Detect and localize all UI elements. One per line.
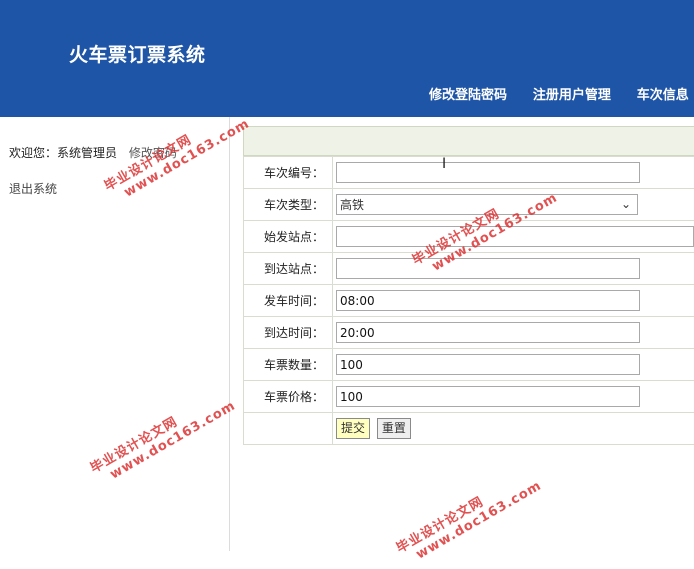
submit-button[interactable]: 提交: [336, 418, 370, 439]
form-row: 车票价格：: [244, 381, 694, 413]
top-nav: 修改登陆密码 注册用户管理 车次信息: [429, 84, 694, 104]
sidebar: 欢迎您：系统管理员 修改密码 退出系统: [0, 117, 230, 551]
nav-train-info[interactable]: 车次信息: [637, 84, 689, 103]
form-header-bar: [243, 126, 694, 156]
train-form: 车次编号： 车次类型： 高铁 ⌄ 始发站点： 到达站点： 发车时间： 到达时间：: [243, 156, 694, 445]
train-form-panel: 车次编号： 车次类型： 高铁 ⌄ 始发站点： 到达站点： 发车时间： 到达时间：: [243, 126, 694, 445]
form-row: 到达站点：: [244, 253, 694, 285]
form-row: 车次编号：: [244, 157, 694, 189]
chevron-down-icon: ⌄: [621, 197, 631, 211]
welcome-prefix: 欢迎您：: [9, 146, 57, 160]
app-title: 火车票订票系统: [69, 40, 206, 67]
top-header: 火车票订票系统 修改登陆密码 注册用户管理 车次信息: [0, 0, 694, 117]
field-label: 发车时间：: [244, 285, 333, 317]
form-row: 车次类型： 高铁 ⌄: [244, 189, 694, 221]
field-label: 车次编号：: [244, 157, 333, 189]
ticket-quantity-input[interactable]: [336, 354, 640, 375]
form-row: 发车时间：: [244, 285, 694, 317]
train-type-value: 高铁: [340, 196, 364, 213]
reset-button[interactable]: 重置: [377, 418, 411, 439]
empty-cell: [244, 413, 333, 445]
watermark: 毕业设计论文网 www.doc163.com: [392, 462, 544, 569]
logout-link[interactable]: 退出系统: [9, 180, 57, 197]
train-number-input[interactable]: [336, 162, 640, 183]
user-role: 系统管理员: [57, 146, 117, 160]
field-label: 车次类型：: [244, 189, 333, 221]
departure-time-input[interactable]: [336, 290, 640, 311]
nav-change-login-password[interactable]: 修改登陆密码: [429, 84, 507, 103]
train-type-select[interactable]: 高铁 ⌄: [336, 194, 638, 215]
form-row: 车票数量：: [244, 349, 694, 381]
change-password-link[interactable]: 修改密码: [129, 146, 177, 160]
ticket-price-input[interactable]: [336, 386, 640, 407]
field-label: 到达站点：: [244, 253, 333, 285]
arrival-time-input[interactable]: [336, 322, 640, 343]
arrival-station-input[interactable]: [336, 258, 640, 279]
form-row: 始发站点：: [244, 221, 694, 253]
departure-station-input[interactable]: [336, 226, 694, 247]
form-actions-row: 提交 重置: [244, 413, 694, 445]
welcome-line: 欢迎您：系统管理员 修改密码: [9, 144, 177, 161]
text-cursor-icon: I: [442, 156, 446, 172]
form-row: 到达时间：: [244, 317, 694, 349]
nav-registered-user-management[interactable]: 注册用户管理: [533, 84, 611, 103]
field-label: 始发站点：: [244, 221, 333, 253]
field-label: 车票数量：: [244, 349, 333, 381]
field-label: 车票价格：: [244, 381, 333, 413]
field-label: 到达时间：: [244, 317, 333, 349]
